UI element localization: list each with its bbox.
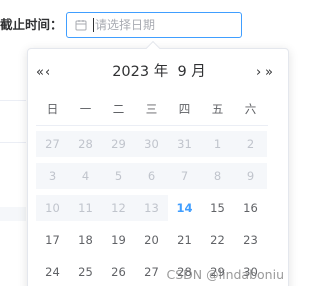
month-label[interactable]: 9 月 bbox=[177, 64, 205, 80]
date-cell: 28 bbox=[69, 131, 102, 157]
calendar-icon bbox=[75, 19, 87, 31]
weekday-label: 四 bbox=[178, 102, 191, 116]
date-cell[interactable]: 22 bbox=[201, 227, 234, 253]
date-cell[interactable]: 27 bbox=[135, 259, 168, 285]
date-cell[interactable]: 17 bbox=[36, 227, 69, 253]
page: 截止时间： « ‹ 2023 年 9 月 › » 日 一 二 三 四 五 六 bbox=[0, 0, 290, 286]
date-cell: 9 bbox=[234, 163, 267, 189]
text-caret bbox=[93, 18, 94, 32]
deadline-label: 截止时间： bbox=[0, 17, 63, 32]
weekday-label: 二 bbox=[112, 102, 125, 116]
weekday-divider bbox=[36, 125, 268, 126]
date-cell: 8 bbox=[201, 163, 234, 189]
date-cell: 27 bbox=[36, 131, 69, 157]
date-cell: 3 bbox=[36, 163, 69, 189]
today-date-cell[interactable]: 14 bbox=[168, 195, 201, 221]
picker-header: 2023 年 9 月 bbox=[28, 60, 290, 81]
weekday-label: 日 bbox=[46, 102, 59, 116]
year-label[interactable]: 2023 年 bbox=[112, 64, 168, 80]
date-cell[interactable]: 15 bbox=[201, 195, 234, 221]
calendar-week-row: 27 28 29 30 31 1 2 bbox=[36, 128, 268, 160]
date-cell: 4 bbox=[69, 163, 102, 189]
date-cell: 29 bbox=[102, 131, 135, 157]
calendar-week-row: 3456789 bbox=[36, 160, 268, 192]
weekday-label: 三 bbox=[145, 102, 158, 116]
date-cell[interactable]: 18 bbox=[69, 227, 102, 253]
date-cell: 1 bbox=[201, 131, 234, 157]
background-divider bbox=[0, 142, 26, 143]
background-row bbox=[0, 207, 26, 221]
date-cell: 31 bbox=[168, 131, 201, 157]
date-cell: 13 bbox=[135, 195, 168, 221]
date-cell[interactable]: 24 bbox=[36, 259, 69, 285]
weekday-label: 一 bbox=[79, 102, 92, 116]
calendar-week-row: 10 11 12 13 14 15 16 bbox=[36, 192, 268, 224]
popover-arrow bbox=[145, 40, 161, 56]
date-cell: 12 bbox=[102, 195, 135, 221]
weekday-label: 六 bbox=[244, 102, 257, 116]
date-cell[interactable]: 21 bbox=[168, 227, 201, 253]
weekday-label: 五 bbox=[211, 102, 224, 116]
weekday-header: 日 一 二 三 四 五 六 bbox=[36, 101, 268, 117]
date-cell: 30 bbox=[135, 131, 168, 157]
background-divider bbox=[0, 100, 26, 101]
date-cell[interactable]: 25 bbox=[69, 259, 102, 285]
date-cell[interactable]: 23 bbox=[234, 227, 267, 253]
date-grid: 27 28 29 30 31 1 2 3 4 5 6 7 8 9 10 11 12 13 14 15 16 17 18 19 2… bbox=[36, 128, 268, 286]
date-cell[interactable]: 26 bbox=[102, 259, 135, 285]
date-cell[interactable]: 20 bbox=[135, 227, 168, 253]
date-text-field[interactable] bbox=[95, 15, 235, 35]
date-cell[interactable]: 19 bbox=[102, 227, 135, 253]
date-input[interactable] bbox=[66, 12, 242, 38]
date-cell: 6 bbox=[135, 163, 168, 189]
calendar-week-row: 17 18 19 20 21 22 23 bbox=[36, 224, 268, 256]
date-cell: 5 bbox=[102, 163, 135, 189]
date-cell: 11 bbox=[69, 195, 102, 221]
date-cell: 7 bbox=[168, 163, 201, 189]
date-cell: 10 bbox=[36, 195, 69, 221]
next-month-button[interactable]: › bbox=[256, 66, 261, 79]
next-year-button[interactable]: » bbox=[265, 66, 273, 79]
watermark: CSDN @lindaboniu bbox=[166, 267, 284, 282]
date-cell: 2 bbox=[234, 131, 267, 157]
date-picker-panel: « ‹ 2023 年 9 月 › » 日 一 二 三 四 五 六 27 28 29 3… bbox=[27, 40, 290, 286]
date-cell[interactable]: 16 bbox=[234, 195, 267, 221]
